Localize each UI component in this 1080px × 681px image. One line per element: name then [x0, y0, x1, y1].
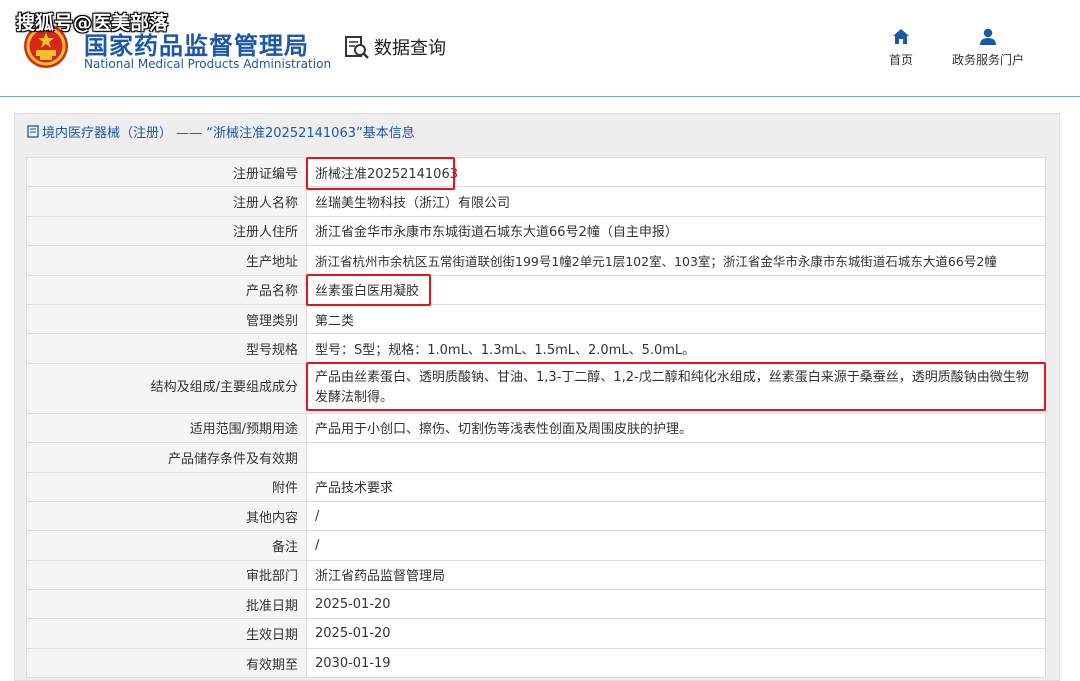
row-value-attachment[interactable]: 产品技术要求	[306, 471, 1046, 502]
site-header: 搜狐号@医美部落 国家药品监督管理局 National Medical Prod…	[0, 0, 1080, 97]
row-value-registration-number: 浙械注准20252141063	[306, 156, 1046, 188]
row-value: 型号：S型；规格：1.0mL、1.3mL、1.5mL、2.0mL、5.0mL。	[306, 333, 1046, 364]
row-label: 注册人名称	[26, 186, 307, 217]
table-row: 适用范围/预期用途 产品用于小创口、擦伤、切割伤等浅表性创面及周围皮肤的护理。	[26, 412, 1046, 444]
row-label: 备注	[26, 530, 307, 561]
table-row: 注册人名称 丝瑞美生物科技（浙江）有限公司	[26, 186, 1046, 217]
table-row: 其他内容 /	[26, 500, 1046, 532]
home-icon	[893, 29, 909, 44]
row-value-composition: 产品由丝素蛋白、透明质酸钠、甘油、1,3-丁二醇、1,2-戊二醇和纯化水组成，丝…	[306, 362, 1046, 414]
row-value: 丝瑞美生物科技（浙江）有限公司	[306, 186, 1046, 217]
row-label: 型号规格	[26, 333, 307, 364]
row-value	[306, 442, 1046, 473]
row-label: 管理类别	[26, 303, 307, 335]
row-label: 附件	[26, 471, 307, 502]
row-value: 2025-01-20	[306, 618, 1046, 649]
data-query-heading: 数据查询	[344, 34, 446, 60]
registration-info-panel: 境内医疗器械（注册） —— “浙械注准20252141063”基本信息 注册证编…	[14, 113, 1060, 681]
row-value: /	[306, 500, 1046, 532]
row-label: 产品名称	[26, 274, 307, 305]
row-label: 注册人住所	[26, 215, 307, 247]
panel-title: 境内医疗器械（注册） —— “浙械注准20252141063”基本信息	[27, 122, 415, 141]
table-row: 有效期至 2030-01-19	[26, 647, 1046, 679]
row-value: 2030-01-19	[306, 647, 1046, 679]
table-row: 产品名称 丝素蛋白医用凝胶	[26, 274, 1046, 305]
document-icon	[27, 125, 39, 138]
table-row: 附件 产品技术要求	[26, 471, 1046, 502]
row-value: 2025-01-20	[306, 589, 1046, 620]
row-label: 结构及组成/主要组成成分	[26, 362, 307, 414]
table-row: 产品储存条件及有效期	[26, 442, 1046, 473]
row-value: /	[306, 530, 1046, 561]
row-value: 浙江省杭州市余杭区五常街道联创街199号1幢2单元1层102室、103室；浙江省…	[306, 245, 1046, 276]
row-label: 生产地址	[26, 245, 307, 276]
nav-home[interactable]: 首页	[884, 28, 918, 68]
table-row: 生效日期 2025-01-20	[26, 618, 1046, 649]
panel-title-text: 境内医疗器械（注册） —— “浙械注准20252141063”基本信息	[42, 126, 415, 141]
table-row: 备注 /	[26, 530, 1046, 561]
table-row: 注册证编号 浙械注准20252141063	[26, 156, 1046, 188]
table-row: 型号规格 型号：S型；规格：1.0mL、1.3mL、1.5mL、2.0mL、5.…	[26, 333, 1046, 364]
row-label: 适用范围/预期用途	[26, 412, 307, 444]
row-value: 浙江省药品监督管理局	[306, 559, 1046, 591]
table-row: 结构及组成/主要组成成分 产品由丝素蛋白、透明质酸钠、甘油、1,3-丁二醇、1,…	[26, 362, 1046, 414]
row-value: 浙江省金华市永康市东城街道石城东大道66号2幢（自主申报）	[306, 215, 1046, 247]
row-label: 批准日期	[26, 589, 307, 620]
data-query-label: 数据查询	[374, 38, 446, 59]
table-row: 生产地址 浙江省杭州市余杭区五常街道联创街199号1幢2单元1层102室、103…	[26, 245, 1046, 276]
registration-info-table: 注册证编号 浙械注准20252141063 注册人名称 丝瑞美生物科技（浙江）有…	[26, 156, 1046, 679]
user-icon	[980, 28, 996, 45]
table-row: 注册人住所 浙江省金华市永康市东城街道石城东大道66号2幢（自主申报）	[26, 215, 1046, 247]
data-search-icon	[345, 36, 369, 59]
table-row: 管理类别 第二类	[26, 303, 1046, 335]
row-value: 第二类	[306, 303, 1046, 335]
nav-home-label: 首页	[888, 53, 913, 67]
row-label: 注册证编号	[26, 156, 307, 188]
nav-portal-label: 政务服务门户	[951, 53, 1024, 67]
table-row: 批准日期 2025-01-20	[26, 589, 1046, 620]
logo-chinese-title[interactable]: 国家药品监督管理局	[84, 26, 309, 61]
row-value: 产品用于小创口、擦伤、切割伤等浅表性创面及周围皮肤的护理。	[306, 412, 1046, 444]
row-label: 产品储存条件及有效期	[26, 442, 307, 473]
row-label: 生效日期	[26, 618, 307, 649]
row-label: 审批部门	[26, 559, 307, 591]
row-label: 其他内容	[26, 500, 307, 532]
nav-service-portal[interactable]: 政务服务门户	[944, 28, 1032, 68]
logo-english-title[interactable]: National Medical Products Administration	[84, 57, 331, 71]
table-row: 审批部门 浙江省药品监督管理局	[26, 559, 1046, 591]
row-label: 有效期至	[26, 647, 307, 679]
row-value-product-name: 丝素蛋白医用凝胶	[306, 274, 1046, 305]
